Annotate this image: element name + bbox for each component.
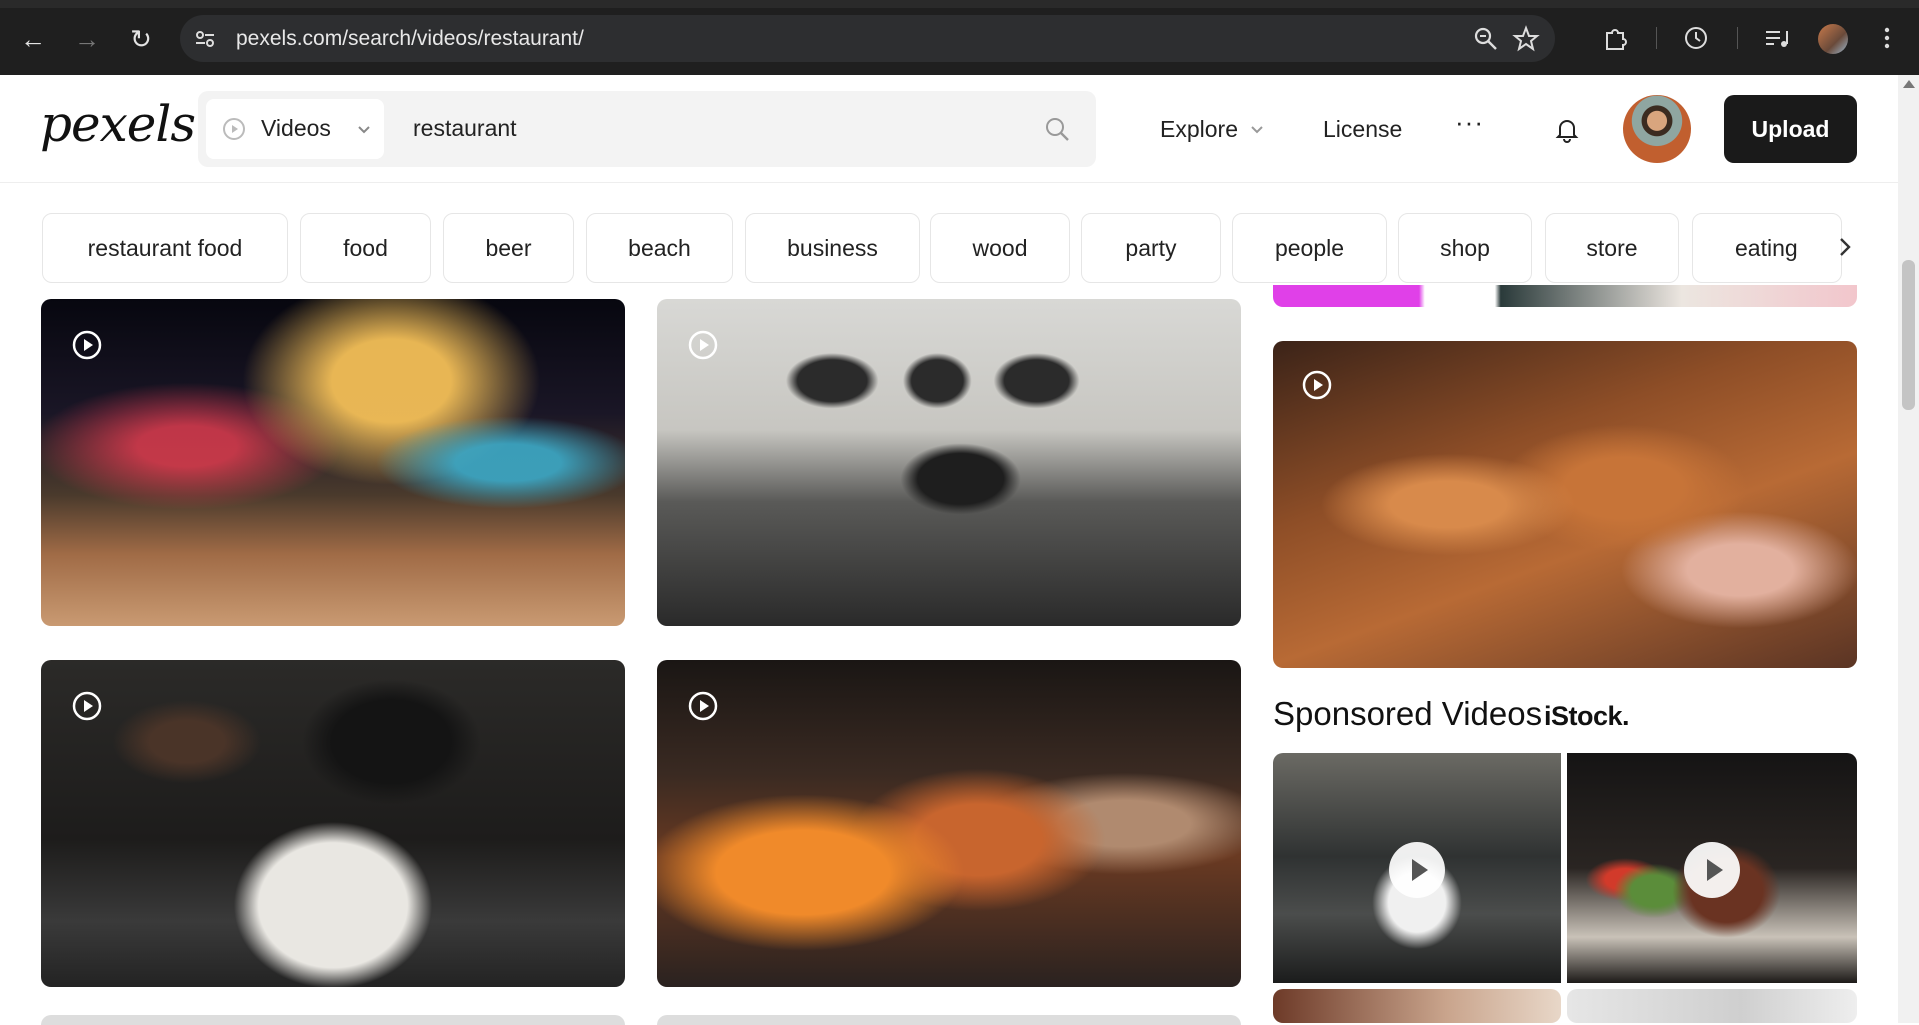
scrollbar-thumb[interactable] [1902,260,1915,410]
site-settings-icon[interactable] [194,28,216,50]
chip-beach[interactable]: beach [586,213,733,283]
explore-menu[interactable]: Explore [1160,116,1238,143]
sponsored-video-tile[interactable] [1273,753,1561,983]
related-tags: restaurant food food beer beach business… [42,213,1842,283]
chevron-down-icon [358,126,370,134]
chip-people[interactable]: people [1232,213,1387,283]
chip-food[interactable]: food [300,213,431,283]
media-controls-icon[interactable] [1762,23,1792,53]
scroll-up-arrow-icon[interactable] [1903,80,1915,88]
istock-logo[interactable]: iStock. [1544,701,1630,732]
address-bar[interactable]: pexels.com/search/videos/restaurant/ [180,15,1555,62]
back-icon[interactable]: ← [16,22,50,56]
video-play-icon [1302,370,1332,400]
extensions-icon[interactable] [1601,23,1631,53]
chevron-right-icon[interactable] [1830,232,1860,262]
url-text[interactable]: pexels.com/search/videos/restaurant/ [236,27,584,51]
profile-avatar[interactable] [1818,24,1848,54]
video-tile[interactable] [657,1015,1241,1025]
chip-beer[interactable]: beer [443,213,574,283]
tab-strip [0,0,1919,8]
more-menu-button[interactable]: ··· [1455,107,1484,138]
chip-party[interactable]: party [1081,213,1221,283]
search-type-label: Videos [261,115,331,141]
toolbar-divider [1737,27,1738,49]
site-header: pexels Videos restaurant Explore License… [0,75,1898,183]
sponsored-video-tile[interactable] [1273,989,1561,1023]
video-tile[interactable] [657,299,1241,626]
chip-shop[interactable]: shop [1398,213,1532,283]
sponsored-heading: Sponsored Videos [1273,695,1543,732]
pexels-logo[interactable]: pexels [40,95,196,153]
chip-store[interactable]: store [1545,213,1679,283]
menu-kebab-icon[interactable] [1872,23,1902,53]
video-play-icon [72,691,102,721]
search-type-dropdown[interactable]: Videos [206,99,384,159]
browser-toolbar: ← → ↻ pexels.com/search/videos/restauran… [0,0,1919,75]
forward-icon[interactable]: → [70,22,104,56]
bookmark-star-icon[interactable] [1512,25,1540,53]
chevron-down-icon [1251,126,1263,134]
search-input[interactable]: restaurant [413,115,517,142]
history-icon[interactable] [1681,23,1711,53]
upload-button[interactable]: Upload [1724,95,1857,163]
license-link[interactable]: License [1323,116,1402,143]
search-icon[interactable] [1043,115,1071,143]
sponsored-video-tile[interactable] [1567,989,1857,1023]
sponsored-video-tile[interactable] [1567,753,1857,983]
video-tile[interactable] [1273,341,1857,668]
video-tile[interactable] [1273,285,1857,307]
video-tile[interactable] [41,660,625,987]
toolbar-divider [1656,27,1657,49]
video-tile[interactable] [657,660,1241,987]
video-play-icon [72,330,102,360]
chip-restaurant-food[interactable]: restaurant food [42,213,288,283]
page-scrollbar[interactable] [1898,75,1919,1023]
video-tile[interactable] [41,1015,625,1025]
play-circle-icon [223,118,245,140]
video-play-icon [688,691,718,721]
notification-bell-icon[interactable] [1553,115,1581,143]
chip-eating[interactable]: eating [1692,213,1842,283]
user-avatar[interactable] [1623,95,1691,163]
chip-business[interactable]: business [745,213,920,283]
reload-icon[interactable]: ↻ [124,22,158,56]
chip-wood[interactable]: wood [930,213,1070,283]
video-play-icon [688,330,718,360]
play-button-icon[interactable] [1389,842,1445,898]
search-bar: Videos restaurant [198,91,1096,167]
video-tile[interactable] [41,299,625,626]
play-button-icon[interactable] [1684,842,1740,898]
zoom-icon[interactable] [1472,25,1500,53]
